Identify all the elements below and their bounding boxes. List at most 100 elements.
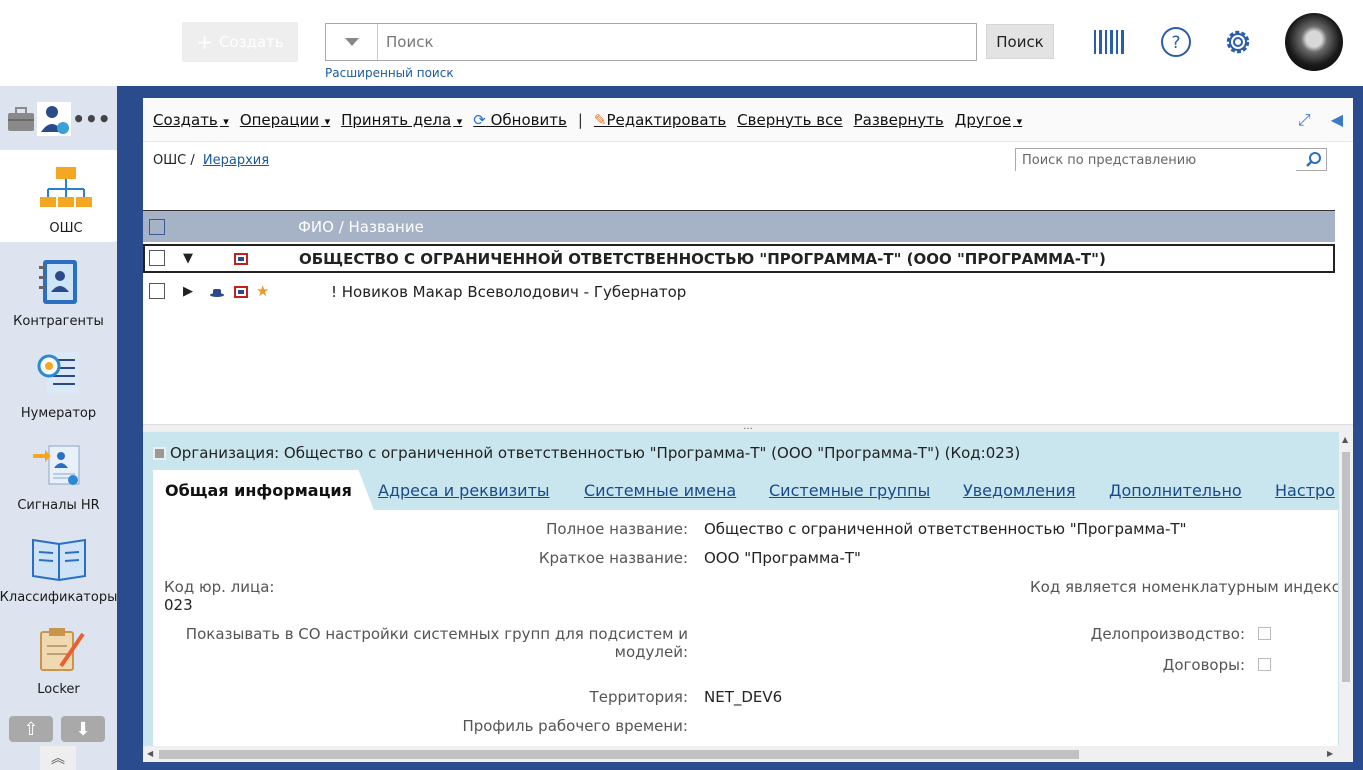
work-profile-label: Профиль рабочего времени: — [462, 717, 688, 735]
tab-additional[interactable]: Дополнительно — [1109, 470, 1242, 510]
detail-title: Организация: Общество с ограниченной отв… — [153, 444, 1020, 462]
expanded-triangle-icon[interactable]: ▼ — [183, 251, 193, 266]
search-input[interactable] — [386, 24, 966, 60]
svg-text:?: ? — [1171, 33, 1180, 53]
nav-label: Сигналы HR — [17, 498, 100, 513]
collapsed-triangle-icon[interactable]: ▶ — [183, 284, 193, 299]
toolbar-other[interactable]: Другое ▾ — [955, 111, 1022, 129]
tab-settings[interactable]: Настро — [1275, 470, 1335, 510]
nav-label: Нумератор — [20, 406, 97, 421]
hat-icon — [210, 289, 224, 297]
row-checkbox[interactable] — [149, 283, 165, 299]
short-name-label: Краткое название: — [538, 549, 688, 567]
advanced-search-link[interactable]: Расширенный поиск — [325, 66, 454, 80]
arrow-down-icon[interactable]: ⬇ — [61, 716, 105, 742]
toolbar-collapse-all[interactable]: Свернуть все — [737, 111, 842, 129]
content-area: Создать ▾ Операции ▾ Принять дела ▾ ⟳ Об… — [117, 86, 1363, 770]
tab-notifications[interactable]: Уведомления — [963, 470, 1076, 510]
search-button[interactable]: Поиск — [986, 24, 1054, 59]
toolbar: Создать ▾ Операции ▾ Принять дела ▾ ⟳ Об… — [143, 98, 1353, 142]
user-settings-icon[interactable] — [37, 102, 72, 136]
toolbar-operations[interactable]: Операции ▾ — [240, 111, 330, 129]
row-checkbox[interactable] — [149, 250, 165, 266]
create-button[interactable]: + Создать — [182, 22, 298, 62]
select-all-checkbox[interactable] — [149, 219, 165, 235]
nav-item-contractors[interactable]: Контрагенты — [0, 243, 117, 335]
briefcase-icon[interactable] — [6, 105, 36, 133]
refresh-icon: ⟳ — [473, 110, 486, 129]
legal-code-value: 023 — [164, 596, 193, 614]
more-icon[interactable]: ••• — [72, 107, 110, 131]
show-groups-label-1: Показывать в СО настройки системных груп… — [185, 625, 688, 643]
scroll-right-icon: ▶ — [1327, 749, 1334, 758]
collapse-square-icon[interactable] — [153, 446, 166, 460]
legal-code-label: Код юр. лица: — [164, 578, 275, 596]
locker-clipboard-icon — [39, 628, 85, 671]
toolbar-refresh[interactable]: ⟳ Обновить — [473, 111, 567, 129]
tab-addresses[interactable]: Адреса и реквизиты — [378, 470, 550, 510]
organization-icon — [234, 286, 248, 298]
view-search-input[interactable] — [1016, 150, 1296, 171]
nav-item-numerator[interactable]: Нумератор — [0, 335, 117, 427]
toolbar-accept-cases[interactable]: Принять дела ▾ — [341, 111, 462, 129]
nav-label: Контрагенты — [13, 314, 104, 329]
left-nav: ••• ОШС Контрагенты Нумератор Сигналы HR… — [0, 86, 132, 770]
show-groups-label-2: модулей: — [614, 643, 688, 661]
breadcrumb-sep: / — [190, 153, 195, 168]
search-dropdown[interactable] — [326, 24, 378, 60]
nav-item-locker[interactable]: Locker — [0, 611, 117, 703]
panel-splitter[interactable]: ... — [143, 422, 1353, 432]
tab-system-names[interactable]: Системные имена — [584, 470, 736, 510]
horizontal-scrollbar[interactable]: ◀ ▶ — [143, 746, 1339, 762]
nav-item-oshs[interactable]: ОШС — [0, 150, 132, 242]
create-button-label: Создать — [218, 33, 284, 51]
tab-general-info[interactable]: Общая информация — [153, 470, 374, 510]
scroll-thumb[interactable] — [1342, 452, 1350, 682]
search-icon[interactable] — [1306, 151, 1322, 167]
breadcrumb-current[interactable]: Иерархия — [203, 153, 269, 168]
full-name-value: Общество с ограниченной ответственностью… — [704, 520, 1187, 538]
toolbar-separator: | — [577, 110, 583, 129]
gear-icon[interactable] — [1222, 26, 1254, 58]
records-checkbox[interactable] — [1258, 627, 1271, 640]
grid-header: ФИО / Название — [143, 210, 1335, 242]
organization-icon — [234, 253, 248, 265]
numerator-icon — [37, 352, 79, 394]
detail-title-text: Организация: Общество с ограниченной отв… — [170, 444, 1021, 462]
breadcrumb-root: ОШС — [153, 153, 187, 168]
code-index-label: Код является номенклатурным индексом — [1030, 578, 1338, 596]
collapse-panel-icon[interactable]: ◀ — [1331, 110, 1343, 130]
toolbar-create[interactable]: Создать ▾ — [153, 111, 229, 129]
row-text: ! Новиков Макар Всеволодович - Губернато… — [331, 282, 687, 301]
contracts-label: Договоры: — [1162, 656, 1245, 674]
help-icon[interactable]: ? — [1160, 26, 1192, 58]
vertical-scrollbar[interactable]: ▲ — [1339, 432, 1353, 762]
barcode-icon[interactable] — [1093, 26, 1125, 58]
arrow-up-icon[interactable]: ⇧ — [9, 716, 53, 742]
contracts-checkbox[interactable] — [1258, 658, 1271, 671]
territory-label: Территория: — [589, 688, 688, 706]
view-search — [1015, 148, 1327, 171]
full-name-label: Полное название: — [546, 520, 688, 538]
plus-icon: + — [196, 30, 213, 54]
nav-item-hr-signals[interactable]: Сигналы HR — [0, 427, 117, 519]
scroll-thumb[interactable] — [159, 750, 1079, 759]
toolbar-edit[interactable]: ✎Редактировать — [594, 111, 726, 129]
collapse-up-icon[interactable]: ︽ — [40, 746, 76, 770]
detail-panel: Организация: Общество с ограниченной отв… — [143, 432, 1353, 762]
pencil-icon: ✎ — [593, 110, 607, 129]
nav-label: Locker — [37, 682, 80, 697]
classifier-book-icon — [31, 538, 86, 582]
chevron-down-icon — [344, 38, 359, 46]
nav-item-classifiers[interactable]: Классификаторы — [0, 519, 117, 611]
table-row[interactable]: ▶ ★ ! Новиков Макар Всеволодович - Губер… — [143, 277, 1335, 306]
toolbar-expand[interactable]: Развернуть — [854, 111, 944, 129]
table-row[interactable]: ▼ ОБЩЕСТВО С ОГРАНИЧЕННОЙ ОТВЕТСТВЕННОСТ… — [143, 244, 1335, 273]
contacts-book-icon — [38, 260, 77, 304]
avatar[interactable] — [1285, 13, 1343, 71]
tab-system-groups[interactable]: Системные группы — [769, 470, 930, 510]
top-bar: + Создать Поиск Расширенный поиск ? — [0, 0, 1363, 86]
territory-value: NET_DEV6 — [704, 688, 783, 706]
column-name-header[interactable]: ФИО / Название — [298, 218, 424, 236]
fullscreen-icon[interactable]: ⤢ — [1298, 110, 1311, 130]
